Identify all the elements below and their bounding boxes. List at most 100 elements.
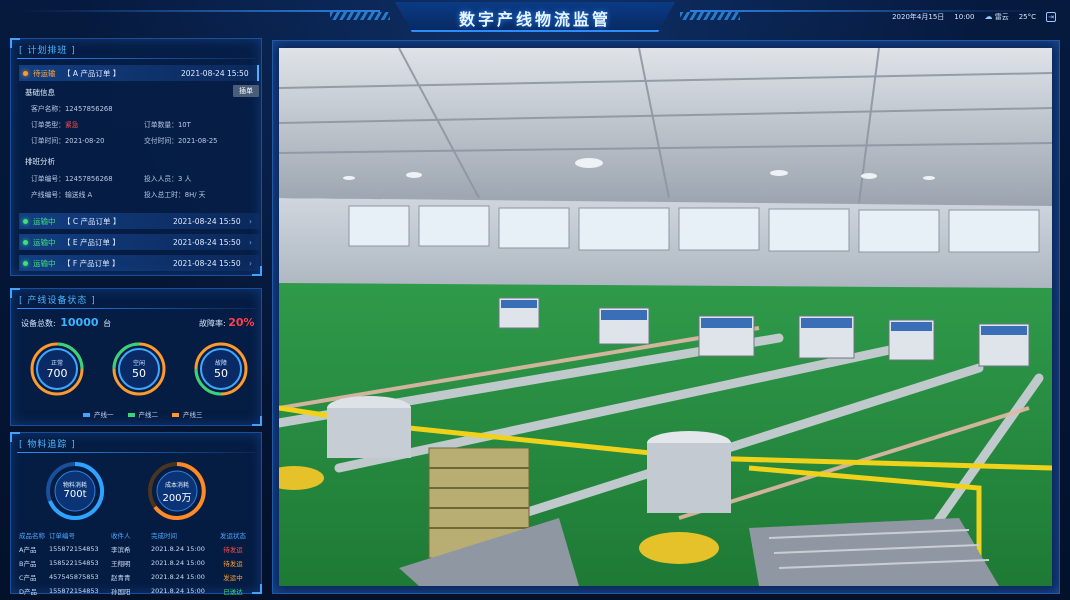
order-status: 运输中 bbox=[33, 237, 56, 247]
cell-name: A产品 bbox=[19, 546, 37, 554]
gauge-value: 50 bbox=[132, 367, 146, 380]
equipment-panel: [ 产线设备状态 ] 设备总数: 10000 台 故障率: 20% 正常 700… bbox=[10, 288, 262, 426]
col-header: 订单编号 bbox=[49, 532, 75, 540]
order-status: 运输中 bbox=[33, 258, 56, 268]
legend-label: 产线二 bbox=[138, 411, 159, 419]
gauge-fault: 故障 50 bbox=[193, 341, 249, 397]
material-consumption-gauge: 物料消耗 700t bbox=[45, 461, 105, 521]
table-row[interactable]: C产品 457545875853 赵青青 2021.8.24 15:00 发运中 bbox=[19, 570, 259, 584]
order-row[interactable]: 运输中 【 E 产品订单 】 2021-08-24 15:50 › bbox=[19, 234, 259, 250]
cell-status: 待发运 bbox=[223, 560, 243, 568]
order-qty: 订单数量：10T bbox=[144, 121, 191, 129]
col-header: 发运状态 bbox=[220, 532, 246, 540]
exit-icon[interactable]: ⇥ bbox=[1046, 12, 1056, 22]
chevron-right-icon: › bbox=[249, 216, 252, 226]
gauge-label: 正常 bbox=[50, 360, 63, 367]
cell-name: C产品 bbox=[19, 574, 37, 582]
equipment-legend: 产线一 产线二 产线三 bbox=[83, 409, 203, 419]
plan-panel: [ 计划排班 ] 待运输 【 A 产品订单 】 2021-08-24 15:50… bbox=[10, 38, 262, 276]
gauge-value: 700 bbox=[46, 367, 68, 380]
total-unit: 台 bbox=[103, 319, 112, 328]
cloud-icon: ☁ bbox=[984, 12, 993, 21]
order-time-info: 订单时间：2021-08-20 bbox=[31, 137, 105, 145]
weather: ☁ 雷云 bbox=[984, 12, 1008, 22]
order-name: 【 A 产品订单 】 bbox=[63, 68, 121, 78]
cell-order: 457545875853 bbox=[49, 573, 99, 581]
plan-panel-title: [ 计划排班 ] bbox=[19, 46, 76, 56]
date-text: 2020年4月15日 bbox=[892, 13, 945, 21]
cell-recipient: 孙国阳 bbox=[111, 588, 131, 596]
line-no: 产线编号：输送线 A bbox=[31, 191, 93, 199]
cell-time: 2021.8.24 15:00 bbox=[151, 545, 205, 553]
cell-recipient: 李滨希 bbox=[111, 546, 131, 554]
total-label: 设备总数: bbox=[21, 319, 56, 328]
status-dot bbox=[23, 70, 28, 76]
cell-time: 2021.8.24 15:00 bbox=[151, 587, 205, 595]
order-name: 【 E 产品订单 】 bbox=[63, 237, 120, 247]
material-table: 成品名称 订单编号 收件人 完成时间 发运状态 A产品 155872154853… bbox=[19, 528, 259, 598]
material-panel: [ 物料追踪 ] 物料消耗 700t 成本消耗 200万 成品名称 订单编号 收… bbox=[10, 432, 262, 596]
header: 数字产线物流监管 2020年4月15日 10:00 ☁ 雷云 25°C ⇥ bbox=[0, 0, 1070, 38]
header-stripes-left bbox=[330, 12, 390, 20]
order-row[interactable]: 运输中 【 C 产品订单 】 2021-08-24 15:50 › bbox=[19, 213, 259, 229]
equipment-total: 设备总数: 10000 台 bbox=[21, 316, 111, 329]
status-dot bbox=[23, 218, 28, 224]
cell-order: 155872154853 bbox=[49, 545, 99, 553]
weather-text: 雷云 bbox=[994, 13, 1009, 21]
table-row[interactable]: D产品 155872154853 孙国阳 2021.8.24 15:00 已送达 bbox=[19, 584, 259, 598]
work-hours: 投入总工时：8H/ 天 bbox=[144, 191, 206, 199]
header-line-left bbox=[20, 10, 380, 12]
header-stripes-right bbox=[680, 12, 740, 20]
panel-title-underline bbox=[17, 452, 255, 453]
status-dot bbox=[23, 260, 28, 266]
cell-recipient: 赵青青 bbox=[111, 574, 131, 582]
cell-time: 2021.8.24 15:00 bbox=[151, 559, 205, 567]
order-row[interactable]: 运输中 【 F 产品订单 】 2021-08-24 15:50 › bbox=[19, 255, 259, 271]
gauge-label: 物料消耗 bbox=[62, 482, 87, 489]
table-row[interactable]: B产品 158522154853 王翔明 2021.8.24 15:00 待发运 bbox=[19, 556, 259, 570]
table-header: 成品名称 订单编号 收件人 完成时间 发运状态 bbox=[19, 528, 259, 542]
insert-order-button[interactable]: 插单 bbox=[233, 85, 259, 97]
order-time: 2021-08-24 15:50 bbox=[173, 237, 241, 247]
delivery-time: 交付时间：2021-08-25 bbox=[144, 137, 218, 145]
cell-order: 158522154853 bbox=[49, 559, 99, 567]
total-value: 10000 bbox=[60, 316, 99, 329]
order-status: 运输中 bbox=[33, 216, 56, 226]
order-row-active[interactable]: 待运输 【 A 产品订单 】 2021-08-24 15:50 bbox=[19, 65, 259, 81]
factory-3d-view[interactable] bbox=[279, 48, 1052, 586]
order-time: 2021-08-24 15:50 bbox=[181, 68, 249, 78]
gauge-value: 50 bbox=[214, 367, 228, 380]
cell-status: 已送达 bbox=[223, 588, 243, 596]
equipment-panel-title: [ 产线设备状态 ] bbox=[19, 296, 96, 306]
cell-name: B产品 bbox=[19, 560, 37, 568]
cost-consumption-gauge: 成本消耗 200万 bbox=[147, 461, 207, 521]
cell-time: 2021.8.24 15:00 bbox=[151, 573, 205, 581]
cell-status: 发运中 bbox=[223, 574, 243, 582]
col-header: 成品名称 bbox=[19, 532, 45, 540]
order-type-label: 订单类型： bbox=[31, 121, 65, 129]
order-type: 订单类型：紧急 bbox=[31, 119, 79, 129]
gauge-label: 空闲 bbox=[132, 360, 145, 367]
order-time: 2021-08-24 15:50 bbox=[173, 258, 241, 268]
schedule-heading: 排班分析 bbox=[25, 157, 55, 166]
order-type-value: 紧急 bbox=[64, 121, 79, 129]
cell-status: 待发运 bbox=[223, 546, 243, 554]
schedule-order-no: 订单编号：12457856268 bbox=[31, 175, 113, 183]
table-row[interactable]: A产品 155872154853 李滨希 2021.8.24 15:00 待发运 bbox=[19, 542, 259, 556]
legend-item: 产线一 bbox=[83, 409, 114, 419]
fault-label: 故障率: bbox=[199, 319, 226, 328]
gauge-label: 成本消耗 bbox=[164, 482, 189, 489]
order-name: 【 F 产品订单 】 bbox=[63, 258, 120, 268]
legend-label: 产线一 bbox=[94, 411, 114, 419]
order-name: 【 C 产品订单 】 bbox=[63, 216, 121, 226]
page-title: 数字产线物流监管 bbox=[458, 10, 611, 29]
customer-name: 客户名称：12457856268 bbox=[31, 105, 113, 113]
fault-value: 20% bbox=[228, 316, 255, 329]
legend-item: 产线三 bbox=[172, 409, 203, 419]
gauge-normal: 正常 700 bbox=[29, 341, 85, 397]
fault-rate: 故障率: 20% bbox=[199, 316, 255, 329]
legend-swatch bbox=[172, 413, 179, 417]
temperature-text: 25°C bbox=[1018, 13, 1036, 21]
gauge-label: 故障 bbox=[214, 360, 227, 367]
panel-title-underline bbox=[17, 58, 255, 59]
